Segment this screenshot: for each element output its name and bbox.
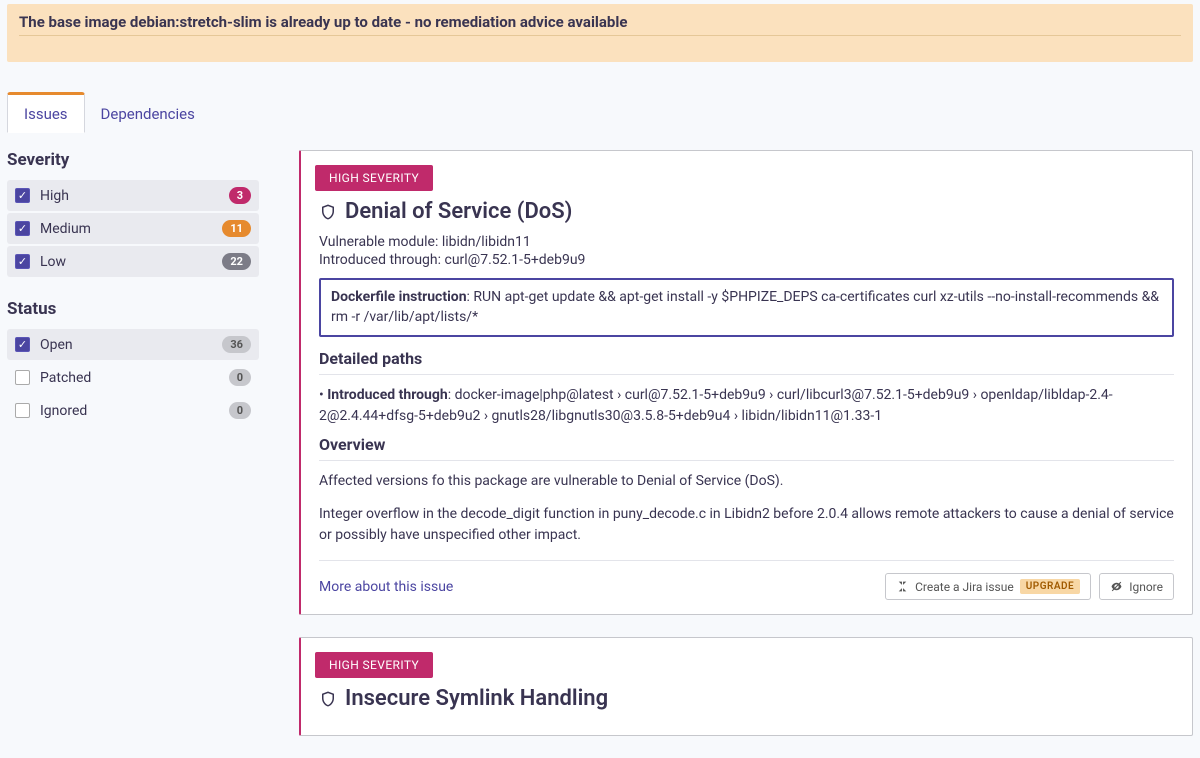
filter-severity: Severity ✓ High 3 ✓ Medium 11 (7, 150, 259, 277)
sidebar: Severity ✓ High 3 ✓ Medium 11 (7, 150, 259, 448)
filter-high-label: High (40, 188, 69, 204)
filter-patched[interactable]: Patched 0 (7, 362, 259, 393)
filter-high-count: 3 (229, 187, 251, 204)
filter-ignored[interactable]: Ignored 0 (7, 395, 259, 426)
issue-title: Denial of Service (DoS) (319, 199, 1174, 224)
filter-patched-label: Patched (40, 370, 91, 386)
filter-low[interactable]: ✓ Low 22 (7, 246, 259, 277)
shield-icon (319, 689, 337, 709)
checkbox-checked-icon: ✓ (15, 254, 30, 269)
filter-ignored-label: Ignored (40, 403, 87, 419)
filter-medium-label: Medium (40, 221, 91, 237)
checkbox-checked-icon: ✓ (15, 188, 30, 203)
overview-heading: Overview (319, 435, 1174, 461)
issue-title: Insecure Symlink Handling (319, 686, 1174, 711)
overview-p1: Affected versions fo this package are vu… (319, 471, 1174, 492)
eye-off-icon (1110, 580, 1123, 593)
checkbox-empty-icon (15, 403, 30, 418)
issue-card: HIGH SEVERITY Denial of Service (DoS) Vu… (299, 150, 1193, 615)
tab-dependencies[interactable]: Dependencies (85, 95, 211, 132)
filter-medium-count: 11 (222, 220, 251, 237)
filter-low-label: Low (40, 254, 66, 270)
alert-text: The base image debian:stretch-slim is al… (19, 13, 1181, 36)
filter-open-label: Open (40, 337, 73, 353)
remediation-alert: The base image debian:stretch-slim is al… (7, 4, 1193, 62)
jira-icon (896, 580, 909, 593)
tab-issues[interactable]: Issues (7, 92, 85, 133)
issue-card: HIGH SEVERITY Insecure Symlink Handling (299, 637, 1193, 736)
filter-medium[interactable]: ✓ Medium 11 (7, 213, 259, 244)
status-title: Status (7, 299, 259, 319)
filter-status: Status ✓ Open 36 Patched 0 (7, 299, 259, 426)
create-jira-button[interactable]: Create a Jira issue UPGRADE (885, 573, 1091, 600)
introduced-through: Introduced through: curl@7.52.1-5+deb9u9 (319, 252, 1174, 268)
upgrade-pill: UPGRADE (1020, 579, 1080, 594)
filter-open-count: 36 (222, 336, 251, 353)
checkbox-checked-icon: ✓ (15, 221, 30, 236)
filter-high[interactable]: ✓ High 3 (7, 180, 259, 211)
severity-badge: HIGH SEVERITY (315, 165, 433, 191)
dockerfile-instruction: Dockerfile instruction: RUN apt-get upda… (319, 278, 1174, 337)
more-about-link[interactable]: More about this issue (319, 579, 453, 595)
issue-title-text: Denial of Service (DoS) (345, 199, 572, 224)
tabs: Issues Dependencies (7, 92, 1200, 132)
severity-badge: HIGH SEVERITY (315, 652, 433, 678)
issue-title-text: Insecure Symlink Handling (345, 686, 608, 711)
ignore-button[interactable]: Ignore (1099, 573, 1174, 600)
vuln-module: Vulnerable module: libidn/libidn11 (319, 234, 1174, 250)
jira-btn-label: Create a Jira issue (915, 580, 1014, 594)
checkbox-checked-icon: ✓ (15, 337, 30, 352)
filter-patched-count: 0 (229, 369, 251, 386)
detailed-path: • Introduced through: docker-image|php@l… (319, 385, 1174, 427)
shield-icon (319, 202, 337, 222)
filter-open[interactable]: ✓ Open 36 (7, 329, 259, 360)
ignore-btn-label: Ignore (1129, 580, 1163, 594)
filter-low-count: 22 (222, 253, 251, 270)
filter-ignored-count: 0 (229, 402, 251, 419)
detailed-paths-heading: Detailed paths (319, 349, 1174, 375)
overview-p2: Integer overflow in the decode_digit fun… (319, 504, 1174, 546)
dockerfile-label: Dockerfile instruction (331, 289, 467, 305)
content: HIGH SEVERITY Denial of Service (DoS) Vu… (299, 150, 1193, 758)
checkbox-empty-icon (15, 370, 30, 385)
severity-title: Severity (7, 150, 259, 170)
